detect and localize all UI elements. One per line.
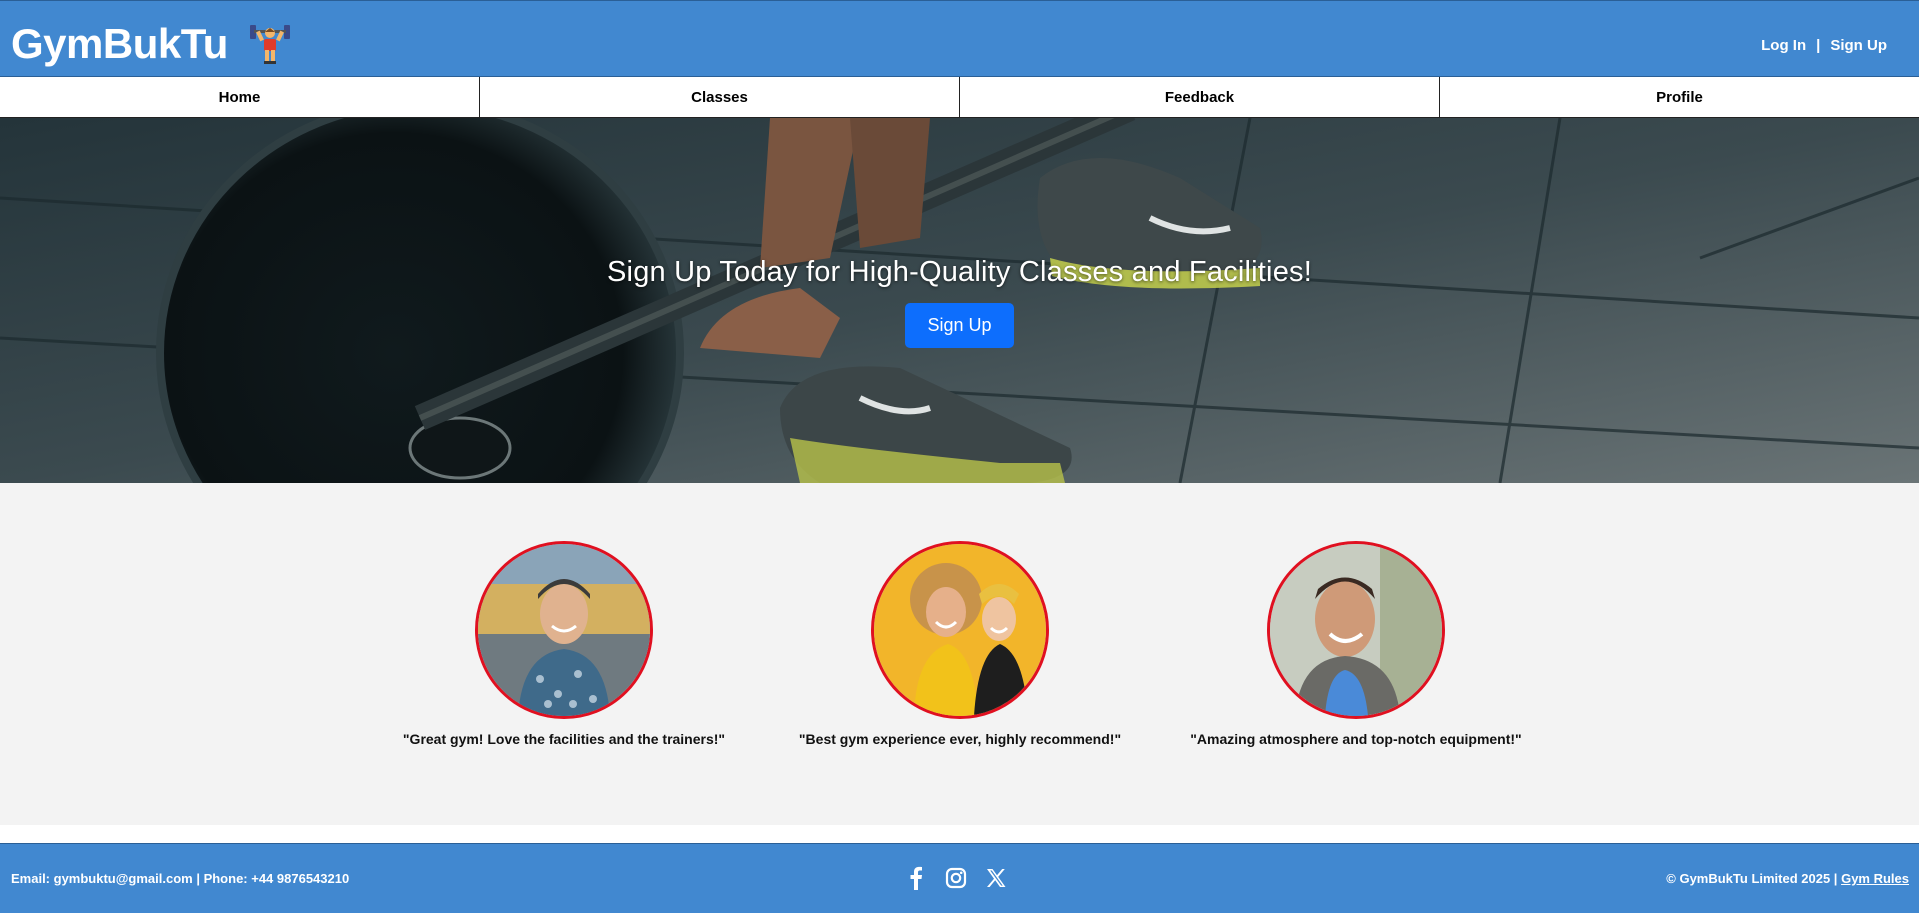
copyright-area: © GymBukTu Limited 2025 | Gym Rules <box>1666 871 1909 886</box>
social-links <box>905 866 1007 890</box>
nav-item-home[interactable]: Home <box>0 77 480 117</box>
two-women-laughing-photo <box>871 541 1049 719</box>
site-footer: Email: gymbuktu@gmail.com | Phone: +44 9… <box>0 843 1919 913</box>
testimonial-quote: "Best gym experience ever, highly recomm… <box>798 731 1122 747</box>
testimonials-section: "Great gym! Love the facilities and the … <box>0 483 1919 825</box>
nav-item-profile[interactable]: Profile <box>1440 77 1919 117</box>
brand-title[interactable]: GymBukTu <box>11 23 228 65</box>
brand[interactable]: GymBukTu <box>11 21 292 67</box>
gym-rules-link[interactable]: Gym Rules <box>1841 871 1909 886</box>
testimonial-quote: "Amazing atmosphere and top-notch equipm… <box>1190 731 1522 747</box>
testimonial-card: "Amazing atmosphere and top-notch equipm… <box>1176 541 1536 747</box>
login-link[interactable]: Log In <box>1761 37 1806 54</box>
nav-item-classes[interactable]: Classes <box>480 77 960 117</box>
auth-links: Log In | Sign Up <box>1761 37 1887 54</box>
copyright-text: © GymBukTu Limited 2025 | <box>1666 871 1838 886</box>
hero-banner: Sign Up Today for High-Quality Classes a… <box>0 118 1919 483</box>
x-icon[interactable] <box>985 866 1007 890</box>
testimonial-card: "Best gym experience ever, highly recomm… <box>780 541 1140 747</box>
hero-title: Sign Up Today for High-Quality Classes a… <box>607 256 1312 288</box>
hero-signup-button[interactable]: Sign Up <box>905 303 1014 348</box>
main-nav: Home Classes Feedback Profile <box>0 77 1919 118</box>
smiling-man-hoodie-photo <box>1267 541 1445 719</box>
weightlifter-icon <box>248 19 292 65</box>
testimonial-card: "Great gym! Love the facilities and the … <box>384 541 744 747</box>
facebook-icon[interactable] <box>905 866 927 890</box>
signup-link[interactable]: Sign Up <box>1830 37 1887 54</box>
testimonial-quote: "Great gym! Love the facilities and the … <box>402 731 726 747</box>
smiling-man-cap-photo <box>475 541 653 719</box>
contact-info: Email: gymbuktu@gmail.com | Phone: +44 9… <box>11 871 350 886</box>
site-header: GymBukTu Log In | Sign Up <box>0 0 1919 77</box>
auth-separator: | <box>1816 37 1821 54</box>
hero-content: Sign Up Today for High-Quality Classes a… <box>0 256 1919 348</box>
nav-item-feedback[interactable]: Feedback <box>960 77 1440 117</box>
instagram-icon[interactable] <box>945 866 967 890</box>
